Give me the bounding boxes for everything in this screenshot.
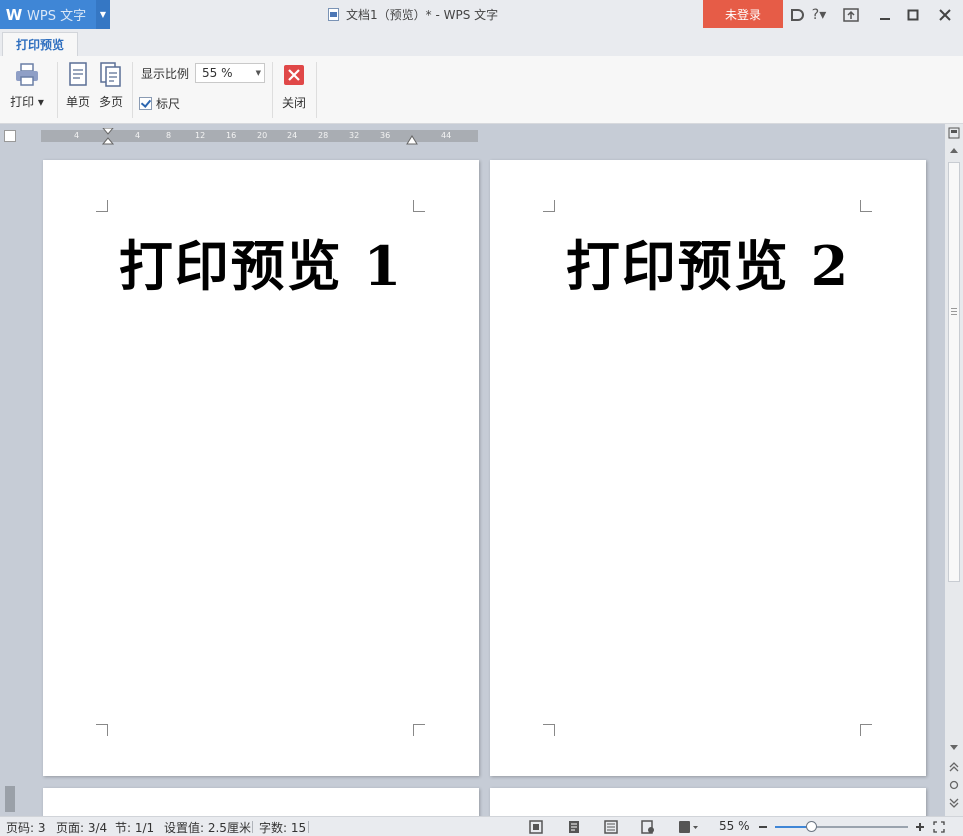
vertical-scrollbar[interactable] xyxy=(945,124,963,816)
zoom-slider[interactable] xyxy=(775,821,908,832)
crop-mark xyxy=(413,724,425,736)
maximize-button[interactable] xyxy=(898,0,928,29)
window-title: 文档1（预览）* - WPS 文字 xyxy=(328,6,498,23)
ruler-tick-label: 28 xyxy=(318,131,329,140)
help-icon[interactable]: ?▾ xyxy=(808,0,830,29)
eye-protection-icon[interactable] xyxy=(678,820,698,834)
zoom-label: 显示比例 xyxy=(141,67,190,81)
crop-mark xyxy=(543,200,555,212)
window-title-text: 文档1（预览）* - WPS 文字 xyxy=(346,8,499,22)
preview-page[interactable]: 打印预览 2 xyxy=(490,160,926,776)
close-window-button[interactable] xyxy=(930,0,960,29)
document-icon xyxy=(328,8,339,21)
tab-row: 打印预览 xyxy=(0,29,963,56)
zoom-slider-knob[interactable] xyxy=(805,821,817,832)
tab-print-preview[interactable]: 打印预览 xyxy=(2,32,78,56)
preview-page[interactable] xyxy=(43,788,479,816)
single-page-button[interactable]: 单页 xyxy=(63,62,93,110)
ribbon-separator xyxy=(132,62,133,118)
zoom-in-icon[interactable] xyxy=(915,822,925,832)
multi-page-label: 多页 xyxy=(98,95,123,109)
status-separator xyxy=(252,821,253,833)
ruler-tick-label: 12 xyxy=(195,131,206,140)
right-indent-marker-icon[interactable] xyxy=(406,134,418,146)
app-name: WPS 文字 xyxy=(27,9,87,24)
horizontal-ruler[interactable]: 4 4 8 12 16 20 24 28 32 36 44 xyxy=(41,128,478,145)
upload-icon[interactable] xyxy=(840,0,862,29)
chevron-down-icon[interactable]: ▼ xyxy=(96,0,110,29)
horizontal-scroll-handle[interactable] xyxy=(5,786,15,812)
status-bar: 页码: 3 页面: 3/4 节: 1/1 设置值: 2.5厘米 字数: 15 5… xyxy=(0,816,963,836)
crop-mark xyxy=(543,724,555,736)
status-separator xyxy=(308,821,309,833)
close-preview-label: 关闭 xyxy=(281,96,306,110)
crop-mark xyxy=(96,200,108,212)
print-label: 打印 ▾ xyxy=(10,95,44,109)
zoom-select[interactable]: 55 % ▼ xyxy=(195,63,265,83)
ribbon: 打印 ▾ 单页 多页 显示比例 55 % ▼ 关闭 xyxy=(0,56,963,124)
scroll-thumb[interactable] xyxy=(948,162,960,582)
tab-stop-selector[interactable] xyxy=(4,130,16,142)
ruler-tick-label: 20 xyxy=(257,131,268,140)
ruler-tick-label: 16 xyxy=(226,131,237,140)
ruler-checkbox[interactable]: 标尺 xyxy=(139,95,180,112)
single-page-icon xyxy=(69,62,87,86)
login-button[interactable]: 未登录 xyxy=(703,0,783,28)
scroll-down-icon[interactable] xyxy=(949,744,959,752)
ribbon-separator xyxy=(316,62,317,118)
crop-mark xyxy=(96,724,108,736)
outline-view-icon[interactable] xyxy=(604,820,618,834)
indent-marker-icon[interactable] xyxy=(102,128,114,148)
crop-mark xyxy=(860,724,872,736)
page-view-icon[interactable] xyxy=(567,820,581,834)
scroll-up-icon[interactable] xyxy=(949,146,959,154)
preview-workspace[interactable]: 4 4 8 12 16 20 24 28 32 36 44 打印预览 1 打印预… xyxy=(0,124,945,816)
web-view-icon[interactable] xyxy=(641,820,655,834)
app-menu-button[interactable]: W WPS 文字 ▼ xyxy=(0,0,110,29)
multi-page-icon xyxy=(100,62,121,87)
ruler-tick-label: 8 xyxy=(166,131,172,140)
crop-mark xyxy=(413,200,425,212)
crop-mark xyxy=(860,200,872,212)
page-heading: 打印预览 2 xyxy=(565,234,851,298)
status-word-count: 字数: 15 xyxy=(259,821,307,835)
chevron-down-icon: ▼ xyxy=(255,69,261,77)
ruler-tick-label: 36 xyxy=(380,131,391,140)
zoom-out-icon[interactable] xyxy=(758,822,768,832)
ribbon-separator xyxy=(57,62,58,118)
status-page-count: 页面: 3/4 xyxy=(56,821,108,835)
ribbon-separator xyxy=(272,62,273,118)
title-bar: W WPS 文字 ▼ 文档1（预览）* - WPS 文字 未登录 ?▾ xyxy=(0,0,963,29)
full-screen-icon[interactable] xyxy=(529,820,543,834)
skin-icon[interactable] xyxy=(787,0,807,29)
ruler-tick-label: 44 xyxy=(441,131,452,140)
status-section: 节: 1/1 xyxy=(115,821,155,835)
close-preview-button[interactable]: 关闭 xyxy=(278,64,310,111)
split-view-icon[interactable] xyxy=(948,127,960,139)
wps-logo-icon: W xyxy=(5,5,23,24)
previous-page-icon[interactable] xyxy=(949,762,959,772)
multi-page-button[interactable]: 多页 xyxy=(96,62,126,110)
single-page-label: 单页 xyxy=(65,95,90,109)
select-browse-object-icon[interactable] xyxy=(949,780,959,790)
ruler-tick-label: 24 xyxy=(287,131,298,140)
printer-icon xyxy=(16,63,38,86)
status-setting: 设置值: 2.5厘米 xyxy=(164,821,251,835)
ruler-label: 标尺 xyxy=(156,97,181,111)
status-page-number: 页码: 3 xyxy=(6,821,46,835)
page-heading: 打印预览 1 xyxy=(118,234,404,298)
close-icon xyxy=(284,65,304,85)
checkbox-checked-icon xyxy=(139,97,152,110)
fit-window-icon[interactable] xyxy=(933,821,945,833)
zoom-select-value: 55 % xyxy=(202,66,233,80)
status-zoom-value: 55 % xyxy=(719,819,750,833)
preview-page[interactable] xyxy=(490,788,926,816)
ruler-tick-label: 4 xyxy=(74,131,80,140)
preview-page[interactable]: 打印预览 1 xyxy=(43,160,479,776)
next-page-icon[interactable] xyxy=(949,798,959,808)
ruler-tick-label: 4 xyxy=(135,131,141,140)
ruler-tick-label: 32 xyxy=(349,131,360,140)
print-button[interactable]: 打印 ▾ xyxy=(8,62,46,110)
minimize-button[interactable] xyxy=(870,0,900,29)
